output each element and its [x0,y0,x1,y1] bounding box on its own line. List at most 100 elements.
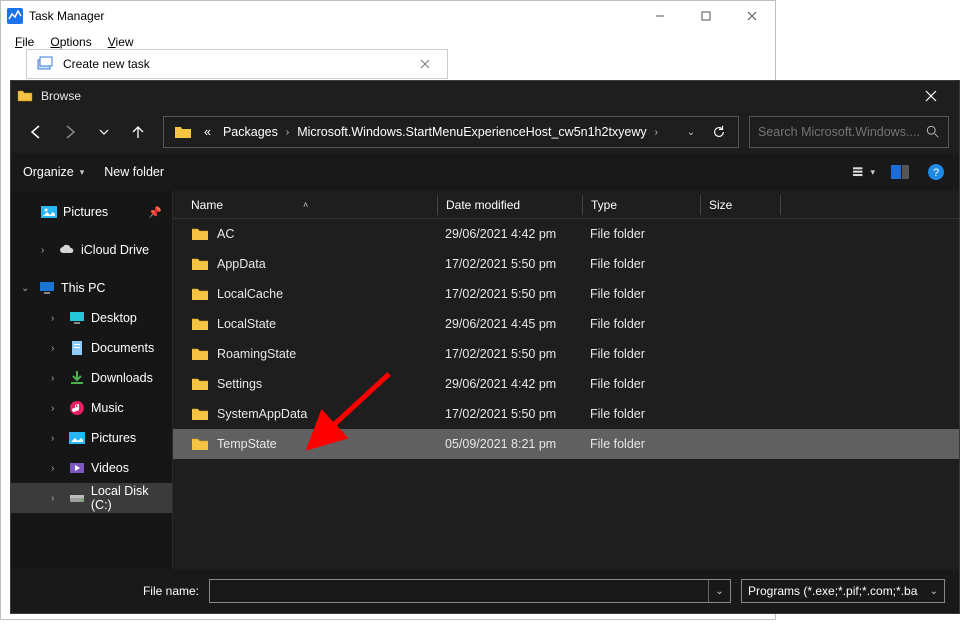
address-bar[interactable]: « Packages › Microsoft.Windows.StartMenu… [163,116,739,148]
file-name: Settings [217,377,262,391]
file-date: 29/06/2021 4:42 pm [437,227,582,241]
chevron-right-icon: › [51,493,63,504]
file-row[interactable]: TempState05/09/2021 8:21 pmFile folder [173,429,959,459]
tree-this-pc[interactable]: ⌄ This PC [11,273,172,303]
breadcrumb-current[interactable]: Microsoft.Windows.StartMenuExperienceHos… [291,117,652,147]
chevron-right-icon: › [653,127,660,138]
column-name[interactable]: Name˄ [191,198,437,212]
file-name: LocalCache [217,287,283,301]
file-type: File folder [582,317,700,331]
tree-music[interactable]: ›Music [11,393,172,423]
navigation-row: « Packages › Microsoft.Windows.StartMenu… [11,111,959,153]
browse-close-button[interactable] [909,82,953,110]
browse-titlebar: Browse [11,81,959,111]
file-list: Name˄ Date modified Type Size AC 29/06/20… [173,191,959,569]
tree-desktop[interactable]: ›Desktop [11,303,172,333]
file-name: AC [217,227,234,241]
pictures-icon [69,430,85,446]
preview-pane-button[interactable] [889,161,911,183]
create-task-close-button[interactable] [403,50,447,78]
file-name: SystemAppData [217,407,307,421]
address-dropdown[interactable]: ⌄ [678,117,704,147]
file-name-dropdown[interactable]: ⌄ [708,580,730,602]
file-date: 17/02/2021 5:50 pm [437,407,582,421]
tree-pictures-2[interactable]: ›Pictures [11,423,172,453]
file-date: 29/06/2021 4:45 pm [437,317,582,331]
navigation-tree: Pictures 📌 › iCloud Drive ⌄ This PC ›Des… [11,191,173,569]
tree-label: iCloud Drive [81,243,149,257]
search-icon [926,125,940,139]
videos-icon [69,460,85,476]
organize-menu[interactable]: Organize▾ [23,165,84,179]
chevron-right-icon: › [51,343,63,354]
file-row[interactable]: LocalCache17/02/2021 5:50 pmFile folder [173,279,959,309]
minimize-button[interactable] [637,1,683,31]
column-size[interactable]: Size [700,195,780,215]
tree-label: Local Disk (C:) [91,484,172,512]
tree-downloads[interactable]: ›Downloads [11,363,172,393]
file-type: File folder [582,437,700,451]
tree-icloud[interactable]: › iCloud Drive [11,235,172,265]
view-menu-button[interactable]: ▾ [853,161,875,183]
forward-button[interactable] [55,117,85,147]
chevron-right-icon: › [51,433,63,444]
file-name-input[interactable]: ⌄ [209,579,731,603]
documents-icon [69,340,85,356]
search-input[interactable] [758,125,926,139]
run-icon [37,56,53,72]
pin-icon: 📌 [148,206,162,219]
browse-title: Browse [41,89,909,103]
file-row[interactable]: RoamingState17/02/2021 5:50 pmFile folde… [173,339,959,369]
browse-footer: File name: ⌄ Programs (*.exe;*.pif;*.com… [11,569,959,614]
folder-icon [174,123,192,141]
chevron-right-icon: › [51,313,63,324]
back-button[interactable] [21,117,51,147]
close-button[interactable] [729,1,775,31]
create-task-title: Create new task [63,57,403,71]
file-date: 17/02/2021 5:50 pm [437,287,582,301]
file-row[interactable]: LocalState29/06/2021 4:45 pmFile folder [173,309,959,339]
browse-body: Pictures 📌 › iCloud Drive ⌄ This PC ›Des… [11,191,959,569]
file-type: File folder [582,347,700,361]
tree-label: Pictures [63,205,108,219]
browse-dialog: Browse « Packages › Microsoft.Windows.St… [10,80,960,614]
cancel-button[interactable]: Cancel [857,613,945,614]
breadcrumb-ellipsis[interactable]: « [198,117,217,147]
chevron-right-icon: › [51,463,63,474]
tree-documents[interactable]: ›Documents [11,333,172,363]
sort-indicator-icon: ˄ [303,200,308,210]
breadcrumb-packages[interactable]: Packages [217,117,284,147]
folder-icon [191,286,209,302]
search-box[interactable] [749,116,949,148]
file-type: File folder [582,227,700,241]
column-date[interactable]: Date modified [437,195,582,215]
file-row[interactable]: AC 29/06/2021 4:42 pmFile folder [173,219,959,249]
folder-icon [191,316,209,332]
create-new-task-dialog: Create new task [26,49,448,79]
file-row[interactable]: Settings29/06/2021 4:42 pmFile folder [173,369,959,399]
chevron-right-icon: › [284,127,291,138]
column-type[interactable]: Type [582,195,700,215]
task-manager-title: Task Manager [29,9,637,23]
recent-locations-button[interactable] [89,117,119,147]
file-row[interactable]: AppData17/02/2021 5:50 pmFile folder [173,249,959,279]
up-button[interactable] [123,117,153,147]
file-name-label: File name: [135,584,199,598]
new-folder-button[interactable]: New folder [104,165,164,179]
help-button[interactable]: ? [925,161,947,183]
tree-pictures[interactable]: Pictures 📌 [11,197,172,227]
refresh-button[interactable] [704,125,734,139]
file-row[interactable]: SystemAppData17/02/2021 5:50 pmFile fold… [173,399,959,429]
column-headers: Name˄ Date modified Type Size [173,191,959,219]
file-type-filter[interactable]: Programs (*.exe;*.pif;*.com;*.ba⌄ [741,579,945,603]
toolbar: Organize▾ New folder ▾ ? [11,153,959,191]
open-button[interactable]: Open [759,613,847,614]
tree-local-disk[interactable]: › Local Disk (C:) [11,483,172,513]
music-icon [69,400,85,416]
folder-icon [191,436,209,452]
tree-label: Music [91,401,124,415]
tree-videos[interactable]: ›Videos [11,453,172,483]
maximize-button[interactable] [683,1,729,31]
tree-label: This PC [61,281,105,295]
chevron-right-icon: › [41,245,53,256]
